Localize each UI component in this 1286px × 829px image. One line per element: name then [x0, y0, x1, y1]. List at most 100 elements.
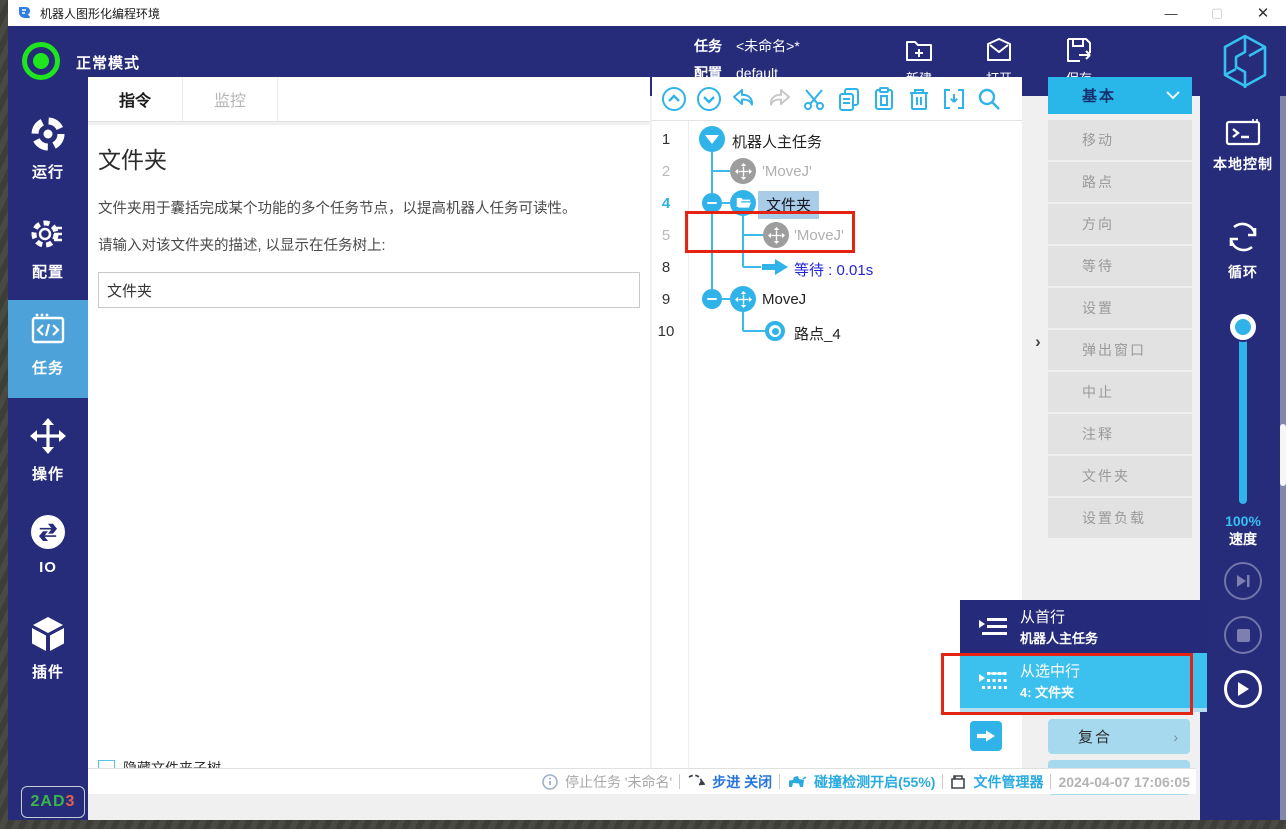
command-item-direction[interactable]: 方向 — [1048, 204, 1192, 244]
scissors-icon — [801, 86, 827, 112]
row-number: 8 — [652, 259, 680, 276]
minimize-button[interactable]: — — [1148, 0, 1194, 26]
collision-status[interactable]: 碰撞检测开启(55%) — [814, 772, 935, 792]
row-number: 5 — [652, 227, 680, 244]
right-rail: 本地控制 循环 100% 速度 — [1200, 96, 1286, 820]
play-button[interactable] — [1224, 670, 1262, 708]
tree-node-label[interactable]: 等待 : 0.01s — [794, 259, 873, 280]
command-item-set[interactable]: 设置 — [1048, 288, 1192, 328]
play-icon — [1236, 681, 1250, 697]
panel-expand-handle[interactable]: › — [1028, 330, 1048, 354]
row-number: 9 — [652, 291, 680, 308]
tree-line — [743, 330, 765, 332]
folder-name-input[interactable] — [98, 272, 640, 308]
search-button[interactable] — [975, 85, 1003, 113]
scrollbar-thumb[interactable] — [1280, 424, 1286, 486]
new-file-icon — [903, 34, 935, 66]
close-button[interactable]: ✕ — [1240, 0, 1286, 26]
command-item-move[interactable]: 移动 — [1048, 120, 1192, 160]
mode-indicator-icon — [22, 42, 60, 80]
skip-icon — [1235, 574, 1251, 588]
arrow-right-icon — [977, 729, 995, 743]
sidebar-item-operate[interactable]: 操作 — [8, 406, 88, 494]
speed-percent: 100% — [1200, 512, 1286, 530]
scrollbar[interactable] — [1280, 96, 1286, 820]
speed-label: 速度 — [1200, 530, 1286, 548]
command-item-waypoint[interactable]: 路点 — [1048, 162, 1192, 202]
tree-node-label[interactable]: 机器人主任务 — [732, 131, 822, 152]
command-item-folder[interactable]: 文件夹 — [1048, 456, 1192, 496]
statusbar: 停止任务 '未命名' 步进 关闭 碰撞检测开启(55%) 文件管理器 2024-… — [88, 768, 1196, 794]
sidebar-item-plugin[interactable]: 插件 — [8, 604, 88, 692]
speed-slider-thumb[interactable] — [1230, 314, 1256, 340]
chevron-right-icon: › — [1173, 729, 1178, 745]
divider — [679, 774, 680, 789]
sidebar-item-config[interactable]: 配置 — [8, 204, 88, 292]
redo-icon — [766, 86, 792, 112]
run-icon — [28, 114, 68, 154]
redo-button[interactable] — [765, 85, 793, 113]
sidebar: 运行 配置 任务 操作 — [8, 96, 88, 820]
collapse-node-button[interactable] — [702, 193, 722, 213]
step-forward-button[interactable] — [1224, 562, 1262, 600]
speed-readout: 100% 速度 — [1200, 512, 1286, 548]
stop-button[interactable] — [1224, 616, 1262, 654]
collapse-node-button[interactable] — [702, 289, 722, 309]
command-item-comment[interactable]: 注释 — [1048, 414, 1192, 454]
tree-node-label[interactable]: 'MoveJ' — [762, 163, 812, 180]
movej-node-icon[interactable] — [730, 286, 756, 312]
command-group-composite[interactable]: 复合› — [1048, 719, 1190, 754]
sidebar-item-io[interactable]: IO — [8, 502, 88, 590]
task-label: 任务 — [694, 33, 722, 60]
trash-icon — [906, 86, 932, 112]
move-up-button[interactable] — [660, 85, 688, 113]
list-arrow-icon — [978, 614, 1008, 640]
tab-instruction[interactable]: 指令 — [88, 77, 183, 121]
cut-button[interactable] — [800, 85, 828, 113]
wait-arrow-icon — [762, 259, 788, 275]
paste-button[interactable] — [870, 85, 898, 113]
divider — [779, 774, 780, 789]
speed-slider-track[interactable] — [1239, 324, 1247, 504]
next-arrow-button[interactable] — [970, 721, 1002, 751]
tab-monitor[interactable]: 监控 — [183, 77, 278, 121]
command-item-payload[interactable]: 设置负载 — [1048, 498, 1192, 538]
undo-button[interactable] — [730, 85, 758, 113]
file-manager-link[interactable]: 文件管理器 — [973, 772, 1043, 792]
stop-icon — [1237, 629, 1250, 642]
row-number: 10 — [652, 323, 680, 340]
folder-description-1: 文件夹用于囊括完成某个功能的多个任务节点，以提高机器人任务可读性。 — [98, 197, 650, 218]
local-control-button[interactable]: 本地控制 — [1200, 118, 1286, 174]
waypoint-node-icon[interactable] — [765, 321, 785, 341]
sidebar-item-task[interactable]: 任务 — [8, 300, 88, 398]
sidebar-item-run[interactable]: 运行 — [8, 104, 88, 192]
circle-up-icon — [661, 86, 687, 112]
search-icon — [976, 86, 1002, 112]
command-item-abort[interactable]: 中止 — [1048, 372, 1192, 412]
loop-button[interactable]: 循环 — [1200, 218, 1286, 282]
brand-logo-icon — [1222, 34, 1268, 93]
app-logo-icon — [16, 5, 32, 21]
menu-item-from-first-line[interactable]: 从首行 机器人主任务 — [960, 600, 1207, 653]
move-arrows-icon — [28, 416, 68, 456]
tree-node-label[interactable]: 路点_4 — [794, 323, 841, 344]
code-window-icon — [28, 310, 68, 350]
cube-icon — [28, 614, 68, 654]
root-node-icon[interactable] — [699, 126, 725, 152]
tree-node-label[interactable]: MoveJ — [762, 291, 806, 308]
folder-icon — [736, 197, 751, 210]
insert-button[interactable] — [940, 85, 968, 113]
command-item-wait[interactable]: 等待 — [1048, 246, 1192, 286]
maximize-button[interactable]: ▢ — [1194, 0, 1240, 26]
copy-button[interactable] — [835, 85, 863, 113]
menu-item-title: 从首行 — [1020, 606, 1098, 627]
command-item-popup[interactable]: 弹出窗口 — [1048, 330, 1192, 370]
move-down-button[interactable] — [695, 85, 723, 113]
paste-icon — [871, 86, 897, 112]
movej-node-icon[interactable] — [730, 158, 756, 184]
delete-button[interactable] — [905, 85, 933, 113]
step-mode-status[interactable]: 步进 关闭 — [712, 772, 772, 792]
command-category-basic[interactable]: 基本 — [1048, 77, 1192, 114]
tree-line — [722, 202, 730, 204]
desktop: 机器人图形化编程环境 — ▢ ✕ 正常模式 任务<未命名>* 配置default… — [0, 0, 1286, 829]
